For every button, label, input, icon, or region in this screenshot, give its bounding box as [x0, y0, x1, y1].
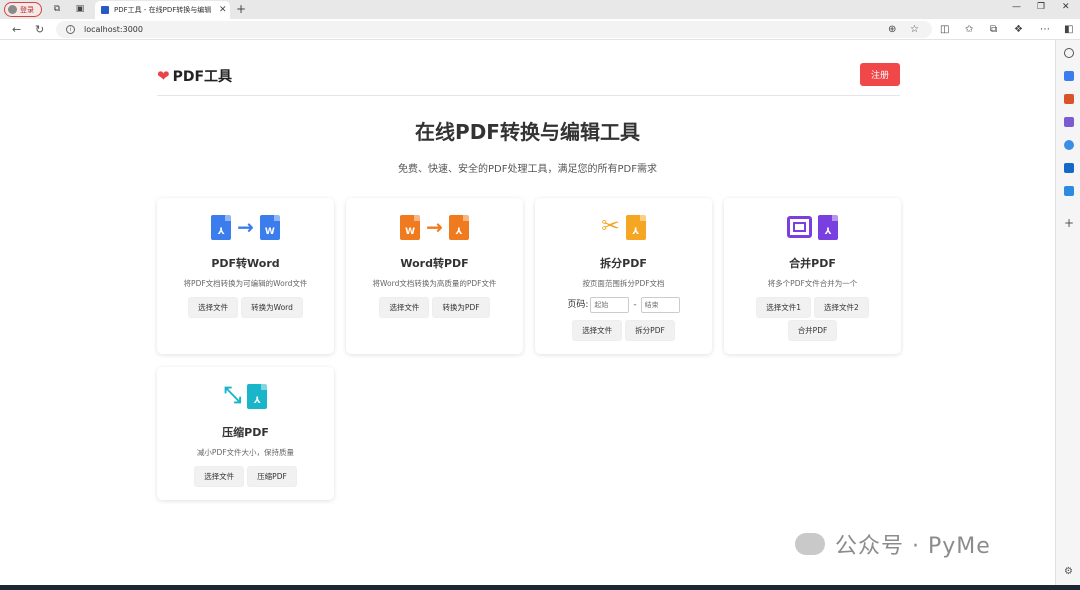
tool-description: 减小PDF文件大小，保持质量	[196, 448, 295, 457]
tool-title: 拆分PDF	[600, 257, 647, 270]
site-logo[interactable]: ❤ PDF工具	[157, 66, 232, 86]
pdf-icon: ⅄	[625, 214, 646, 240]
convert-to-pdf-button[interactable]: 转换为PDF	[432, 297, 490, 318]
site-info-icon[interactable]: i	[66, 25, 75, 34]
word-icon: W	[400, 214, 421, 240]
favorite-star-icon[interactable]: ☆	[910, 24, 919, 35]
pdf-icon: ⅄	[818, 214, 838, 240]
merge-frame-icon	[787, 216, 812, 238]
pdf-icon: ⅄	[247, 383, 268, 409]
start-page-input[interactable]	[590, 297, 630, 313]
select-file-2-button[interactable]: 选择文件2	[814, 297, 869, 318]
tool-card-split-pdf: ✂ ⅄ 拆分PDF 按页面范围拆分PDF文档 页码: - 选择文件 拆分PDF	[535, 198, 712, 354]
tab-title: PDF工具 - 在线PDF转换与编辑	[114, 6, 212, 14]
pdf-icon: ⅄	[211, 214, 232, 240]
extensions-icon[interactable]: ❖	[1014, 24, 1023, 35]
tool-card-word-to-pdf: W → ⅄ Word转PDF 将Word文档转换为高质量的PDF文件 选择文件 …	[346, 198, 523, 354]
compress-pdf-button[interactable]: 压缩PDF	[247, 466, 297, 487]
new-tab-icon[interactable]: +	[236, 2, 246, 16]
tool-description: 将多个PDF文件合并为一个	[767, 279, 858, 288]
page-title: 在线PDF转换与编辑工具	[415, 120, 640, 144]
refresh-icon[interactable]: ↻	[35, 23, 44, 36]
word-icon: W	[259, 214, 280, 240]
tool-title: 压缩PDF	[222, 426, 269, 439]
tool-title: 合并PDF	[789, 257, 836, 270]
minimize-icon[interactable]: —	[1012, 2, 1021, 12]
more-menu-icon[interactable]: ⋯	[1040, 24, 1050, 35]
heart-icon: ❤	[157, 67, 170, 85]
select-file-button[interactable]: 选择文件	[188, 297, 239, 318]
profile-button[interactable]: 登录	[4, 2, 42, 17]
tool-card-compress-pdf: ⤡ ⅄ 压缩PDF 减小PDF文件大小，保持质量 选择文件 压缩PDF	[157, 367, 334, 500]
end-page-input[interactable]	[640, 297, 680, 313]
sidebar-toggle-icon[interactable]: ◧	[1064, 24, 1073, 35]
merge-pdf-button[interactable]: 合并PDF	[787, 320, 838, 341]
split-pdf-button[interactable]: 拆分PDF	[625, 320, 675, 341]
arrow-right-icon: →	[237, 215, 254, 239]
select-file-button[interactable]: 选择文件	[572, 320, 623, 341]
scissors-icon: ✂	[601, 214, 620, 239]
send-icon[interactable]	[1064, 186, 1074, 196]
wechat-logo-icon	[795, 533, 825, 555]
zoom-icon[interactable]: ⊕	[888, 24, 896, 35]
profile-label: 登录	[20, 5, 34, 14]
select-file-button[interactable]: 选择文件	[379, 297, 430, 318]
logo-text: PDF工具	[172, 69, 233, 85]
page-range-label: 页码:	[567, 300, 589, 310]
close-window-icon[interactable]: ✕	[1062, 2, 1070, 12]
workspaces-icon[interactable]: ⧉	[51, 3, 63, 15]
settings-gear-icon[interactable]: ⚙	[1064, 567, 1074, 577]
tool-description: 将Word文档转换为高质量的PDF文件	[372, 279, 497, 288]
close-tab-icon[interactable]: ✕	[219, 5, 227, 15]
select-file-button[interactable]: 选择文件	[194, 466, 245, 487]
favorites-icon[interactable]: ✩	[965, 24, 973, 35]
page-viewport: ❤ PDF工具 注册 在线PDF转换与编辑工具 免费、快速、安全的PDF处理工具…	[0, 40, 1055, 585]
shopping-icon[interactable]	[1064, 71, 1074, 81]
search-icon[interactable]	[1064, 48, 1074, 58]
tab-favicon-icon	[101, 6, 109, 14]
tool-description: 按页面范围拆分PDF文档	[582, 279, 665, 288]
outlook-icon[interactable]	[1064, 163, 1074, 173]
split-screen-icon[interactable]: ◫	[940, 24, 949, 35]
arrow-right-icon: →	[426, 215, 443, 239]
range-separator: -	[633, 300, 637, 310]
tool-card-merge-pdf: ⅄ 合并PDF 将多个PDF文件合并为一个 选择文件1 选择文件2 合并PDF	[724, 198, 901, 354]
address-toolbar: ← ↻ i localhost:3000 ⊕ ☆ ◫ ✩ ⧉ ❖ ⋯ ◧	[0, 19, 1080, 40]
tool-title: PDF转Word	[211, 257, 280, 270]
register-button[interactable]: 注册	[860, 63, 900, 86]
browser-tab-bar: 登录 ⧉ ▣ PDF工具 - 在线PDF转换与编辑 ✕ + — ❐ ✕	[0, 0, 1080, 19]
back-icon[interactable]: ←	[12, 23, 21, 36]
address-bar[interactable]: i localhost:3000	[56, 21, 932, 38]
tool-title: Word转PDF	[400, 257, 469, 270]
watermark-text: 公众号 · PyMe	[835, 534, 991, 559]
tab-actions-icon[interactable]: ▣	[74, 3, 86, 15]
avatar-icon	[8, 5, 17, 14]
restore-icon[interactable]: ❐	[1037, 2, 1045, 12]
tool-card-pdf-to-word: ⅄ → W PDF转Word 将PDF文档转换为可编辑的Word文件 选择文件 …	[157, 198, 334, 354]
tool-description: 将PDF文档转换为可编辑的Word文件	[183, 279, 308, 288]
tools-icon[interactable]	[1064, 94, 1074, 104]
page-subtitle: 免费、快速、安全的PDF处理工具，满足您的所有PDF需求	[398, 164, 657, 175]
collections-icon[interactable]: ⧉	[990, 24, 997, 35]
os-taskbar	[0, 585, 1080, 590]
compress-icon: ⤡	[223, 383, 242, 408]
url-text: localhost:3000	[84, 25, 143, 34]
site-header: ❤ PDF工具 注册	[157, 62, 900, 96]
copilot-icon[interactable]	[1064, 140, 1074, 150]
convert-to-word-button[interactable]: 转换为Word	[241, 297, 303, 318]
browser-tab[interactable]: PDF工具 - 在线PDF转换与编辑 ✕	[95, 1, 230, 19]
watermark: 公众号 · PyMe	[795, 528, 991, 560]
select-file-1-button[interactable]: 选择文件1	[756, 297, 811, 318]
pdf-icon: ⅄	[448, 214, 469, 240]
add-sidebar-icon[interactable]: +	[1064, 217, 1074, 229]
games-icon[interactable]	[1064, 117, 1074, 127]
browser-sidebar: + ⚙	[1055, 40, 1080, 585]
